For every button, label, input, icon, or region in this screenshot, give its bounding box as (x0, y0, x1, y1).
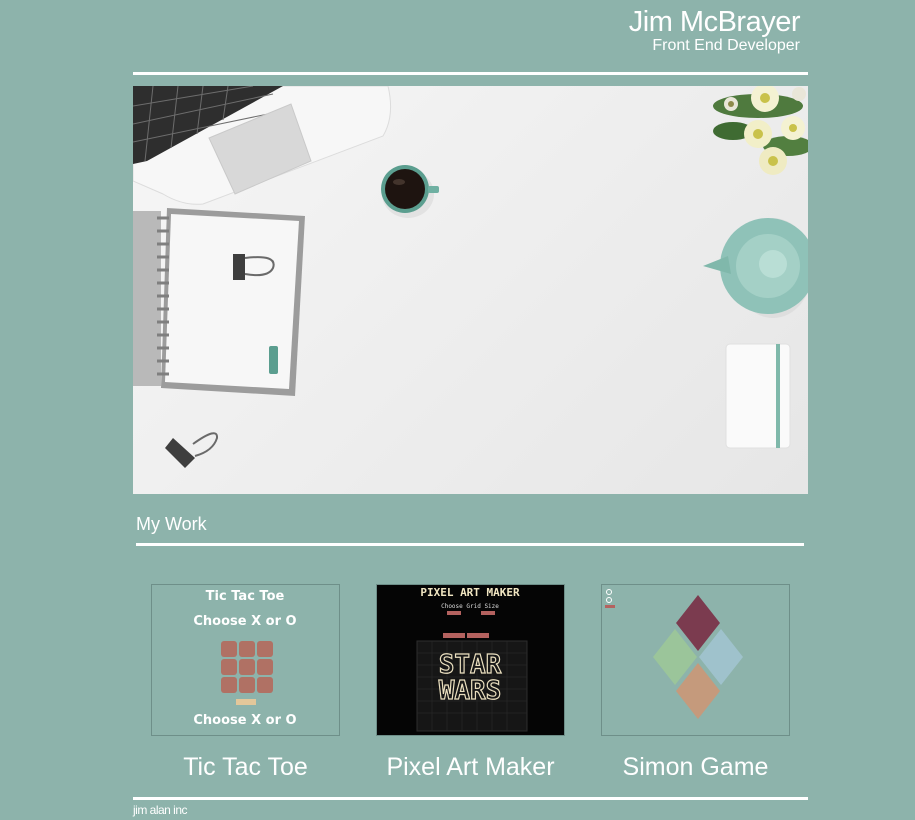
simon-game-link[interactable]: Simon Game (581, 751, 810, 783)
coffee-cup-image (381, 165, 439, 218)
pixel-art-maker-link[interactable]: Pixel Art Maker (356, 751, 585, 783)
tic-tac-toe-preview: Tic Tac Toe Choose X or O Choose X or O (152, 585, 339, 735)
flowers-image (713, 86, 808, 175)
teapot-image (703, 218, 808, 318)
pixel-art-maker-preview: PIXEL ART MAKER Choose Grid Size STAR WA… (377, 585, 564, 735)
hero-image (133, 86, 808, 494)
pam-preview-subtitle: Choose Grid Size (441, 603, 499, 610)
pam-preview-title: PIXEL ART MAKER (420, 586, 520, 599)
my-work-heading: My Work (136, 514, 207, 534)
ttt-preview-board (221, 641, 273, 693)
project-card-tic-tac-toe: Tic Tac Toe Choose X or O Choose X or O … (151, 584, 340, 781)
binder-clip-image-2 (165, 432, 218, 468)
notebook-image (133, 208, 305, 396)
simon-game-preview (602, 585, 789, 735)
footer-copyright: jim alan inc (133, 803, 188, 817)
my-work-divider (136, 543, 804, 546)
ttt-preview-footer: Choose X or O (193, 713, 296, 728)
site-header: Jim McBrayer Front End Developer (133, 0, 808, 72)
ttt-preview-title: Tic Tac Toe (206, 589, 285, 604)
tic-tac-toe-link[interactable]: Tic Tac Toe (131, 751, 360, 783)
desk-workspace-illustration (133, 86, 808, 468)
ttt-preview-button (236, 699, 256, 705)
project-card-pixel-art-maker: PIXEL ART MAKER Choose Grid Size STAR WA… (376, 584, 565, 781)
project-card-simon-game: Simon Game (601, 584, 790, 781)
site-owner-name: Jim McBrayer (628, 6, 801, 38)
simon-game-thumbnail[interactable] (601, 584, 790, 736)
site-owner-title: Front End Developer (652, 37, 800, 54)
small-notebook-image (725, 343, 791, 449)
pam-preview-art-line2: WARS (439, 676, 502, 706)
ttt-preview-subtitle: Choose X or O (193, 614, 296, 629)
header-divider (133, 72, 808, 75)
tic-tac-toe-thumbnail[interactable]: Tic Tac Toe Choose X or O Choose X or O (151, 584, 340, 736)
pixel-art-maker-thumbnail[interactable]: PIXEL ART MAKER Choose Grid Size STAR WA… (376, 584, 565, 736)
footer-divider (133, 797, 808, 800)
laptop-image (133, 86, 392, 205)
